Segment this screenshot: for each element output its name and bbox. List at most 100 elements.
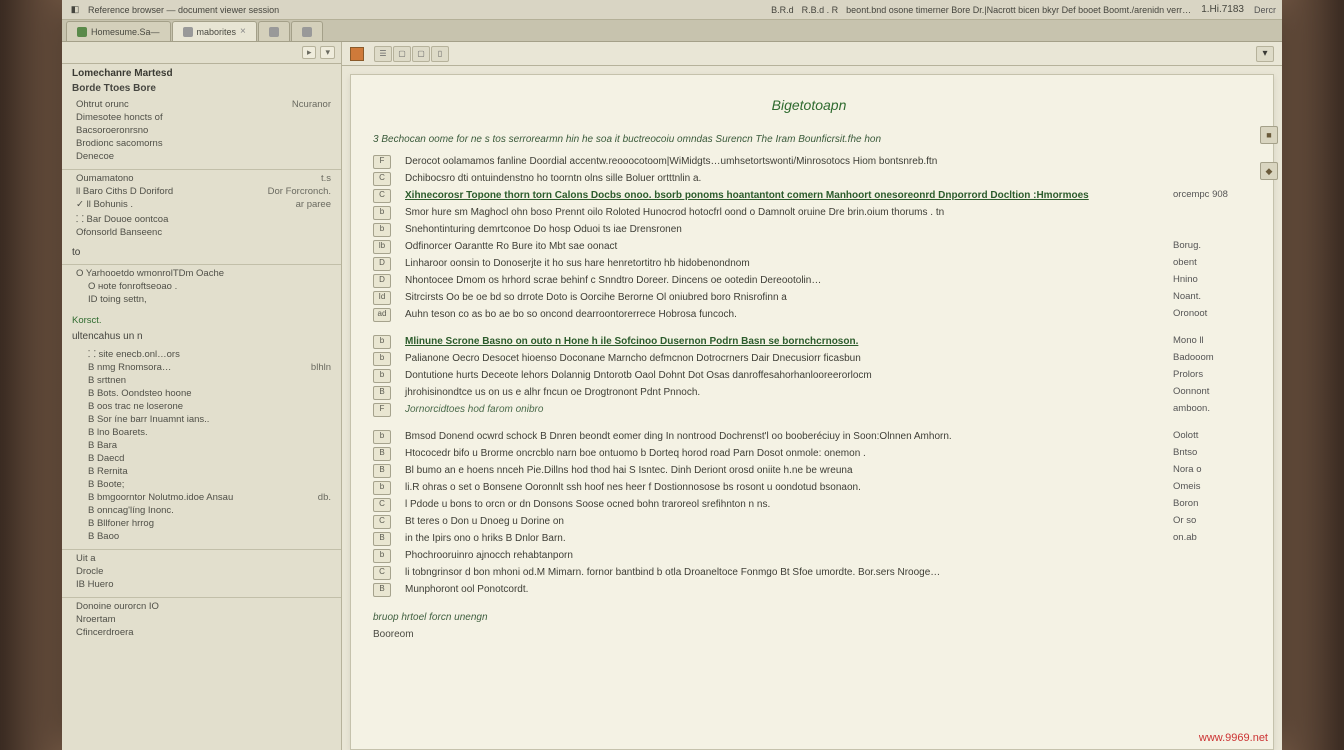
doc-entry[interactable]: CBt teres o Don u Dnoeg u Dorine onOr so: [373, 513, 1245, 530]
doc-entry[interactable]: DNhontocee Dmom os hrhord scrae behinf c…: [373, 272, 1245, 289]
tree-item[interactable]: B lno Boarets.: [70, 426, 341, 439]
sidebar-link[interactable]: Nroertam: [70, 613, 341, 626]
sidebar-item[interactable]: Brodionc sacomorns: [70, 137, 341, 150]
entry-type-badge: B: [373, 532, 391, 546]
tree-item[interactable]: B Daecd: [70, 452, 341, 465]
window-title: Reference browser — document viewer sess…: [88, 5, 765, 15]
tree-item[interactable]: B Baoo: [70, 530, 341, 543]
tree-row[interactable]: O ʜote fonroftseoao .: [70, 280, 341, 293]
stat-3: beont.bnd osone timerner Bore Dr.|Nacrot…: [846, 5, 1191, 15]
doc-entry[interactable]: Bjhrohisinondtce us on us e alhr fncun o…: [373, 384, 1245, 401]
sidebar-dropdown-button[interactable]: ▾: [320, 46, 335, 59]
sidebar-item[interactable]: Denecoe: [70, 150, 341, 163]
entry-text: Htococedr bifo u Brorme oncrcblo narn bo…: [405, 447, 1165, 461]
stat-1: B.R.d: [771, 5, 794, 15]
rail-icon-1[interactable]: ■: [1260, 126, 1278, 144]
doc-entry[interactable]: bSnehontinturing demrtconoe Do hosp Oduo…: [373, 221, 1245, 238]
tree-row[interactable]: O Yarhooetdo wmonrolTDm Oache: [70, 267, 341, 280]
sidebar-action-button[interactable]: ▸: [302, 46, 317, 59]
doc-entry[interactable]: FJornorcidtoes hod farom onibroamboon.: [373, 401, 1245, 418]
tree-item[interactable]: B Sor íne barr Inuamnt ians..: [70, 413, 341, 426]
entry-right-label: [1173, 172, 1245, 186]
entry-right-label: [1173, 223, 1245, 237]
tool-view-icon[interactable]: ☰: [374, 46, 392, 62]
entry-right-label: [1173, 583, 1245, 597]
doc-entry[interactable]: DLinharoor oonsin to Donoserjte it ho su…: [373, 255, 1245, 272]
doc-entry[interactable]: bPalianone Oecro Desocet hioenso Doconan…: [373, 350, 1245, 367]
document-viewport[interactable]: Bigetotoapn 3 Bechocan oome for ne s tos…: [350, 74, 1274, 750]
tree-item[interactable]: B nmg Rnomsora…blhln: [70, 361, 341, 374]
main-area: ☰ ▢ ▢ ▯ ▾ Bigetotoapn 3 Bechocan oome fo…: [342, 42, 1282, 750]
tab-1[interactable]: maborites×: [172, 21, 257, 41]
sidebar-link[interactable]: Donoine ourorcn IO: [70, 600, 341, 613]
sidebar-item[interactable]: Ohtrut oruncNcuranor: [70, 98, 341, 111]
entry-right-label: [1173, 206, 1245, 220]
tab-3[interactable]: [291, 21, 323, 41]
sidebar-option-row[interactable]: Ofonsorld Banseenc: [70, 226, 341, 239]
close-icon[interactable]: ×: [240, 26, 246, 37]
entry-right-label: Noant.: [1173, 291, 1245, 305]
tree-item[interactable]: B bmgoorntor Nolutmo.idoe Ansaudb.: [70, 491, 341, 504]
tree-item[interactable]: B Boote;: [70, 478, 341, 491]
doc-entry[interactable]: FDerocot oolamamos fanline Doordial acce…: [373, 153, 1245, 170]
doc-entry[interactable]: bBmsod Donend ocwrd schock B Dnren beond…: [373, 428, 1245, 445]
doc-entry[interactable]: CDchibocsro dti ontuindenstno ho toorntn…: [373, 170, 1245, 187]
tree-item[interactable]: B onncag'líng Inonc.: [70, 504, 341, 517]
tab-favicon: [183, 27, 193, 37]
doc-entry[interactable]: BMunphoront ool Ponotcordt.: [373, 581, 1245, 598]
entry-text: li.R ohras o set o Bonsene Ooronnlt ssh …: [405, 481, 1165, 495]
doc-entry[interactable]: BHtococedr bifo u Brorme oncrcblo narn b…: [373, 445, 1245, 462]
entry-text: Jornorcidtoes hod farom onibro: [405, 403, 1165, 417]
doc-entry[interactable]: IdSitrcirsts Oo be oe bd so drrote Doto …: [373, 289, 1245, 306]
doc-entry[interactable]: bMlinune Scrone Basno on outo n Hone h i…: [373, 333, 1245, 350]
doc-entry[interactable]: CXihnecorosr Topone thorn torn Calons Do…: [373, 187, 1245, 204]
sidebar-item[interactable]: Dimesotee honcts of: [70, 111, 341, 124]
sidebar-panel-header: Lomechanre Martesd Borde Ttoes Bore Ohtr…: [62, 64, 341, 170]
tree-item[interactable]: B srttnen: [70, 374, 341, 387]
doc-entry[interactable]: bSmor hure sm Maghocl ohn boso Prennt oi…: [373, 204, 1245, 221]
doc-entry[interactable]: lbOdfinorcer Oarantte Ro Bure ito Mbt sa…: [373, 238, 1245, 255]
tree-item[interactable]: B oos trac ne loserone: [70, 400, 341, 413]
entry-right-label: [1173, 566, 1245, 580]
tab-0[interactable]: Homesume.Sa—: [66, 21, 171, 41]
entry-type-badge: B: [373, 583, 391, 597]
tab-strip: Homesume.Sa— maborites×: [62, 20, 1282, 42]
sidebar-option-row[interactable]: ⸬ Bar Douoe oontcoa: [70, 211, 341, 226]
tree-link[interactable]: Korsct.: [62, 312, 341, 329]
sidebar-option-row[interactable]: ✓ ll Bohunis .ar paree: [70, 198, 341, 211]
doc-entry[interactable]: Cl Pdode u bons to orcn or dn Donsons So…: [373, 496, 1245, 513]
sidebar-option-row[interactable]: ll Baro Ciths D DorifordDor Forcronch.: [70, 185, 341, 198]
sidebar-link[interactable]: Uit a: [70, 552, 341, 565]
tab-2[interactable]: [258, 21, 290, 41]
sidebar-link[interactable]: IB Huero: [70, 578, 341, 591]
tab-label: Homesume.Sa—: [91, 27, 160, 37]
panel-action-button[interactable]: to: [72, 247, 80, 258]
doc-entry[interactable]: bPhochrooruinro ajnocch rehabtanporn: [373, 547, 1245, 564]
entry-text: jhrohisinondtce us on us e alhr fncun oe…: [405, 386, 1165, 400]
tree-item[interactable]: B Bots. Oondsteo hoone: [70, 387, 341, 400]
tool-box2-icon[interactable]: ▢: [412, 46, 430, 62]
doc-entry[interactable]: adAuhn teson co as bo ae bo so oncond de…: [373, 306, 1245, 323]
sidebar-option-row[interactable]: Oumamatonot.s: [70, 172, 341, 185]
sidebar-link[interactable]: Drocle: [70, 565, 341, 578]
tree-item[interactable]: B Bllfoner hrrog: [70, 517, 341, 530]
doc-entry[interactable]: BBl bumo an e hoens nnceh Pie.Dillns hod…: [373, 462, 1245, 479]
doc-entry[interactable]: Bin the Ipirs ono o hriks B Dnlor Barn.o…: [373, 530, 1245, 547]
watermark: www.9969.net: [1199, 732, 1268, 744]
doc-entry[interactable]: Cli tobngrinsor d bon mhoni od.M Mimarn.…: [373, 564, 1245, 581]
sidebar-item[interactable]: Bacsoroeronrsno: [70, 124, 341, 137]
doc-entry[interactable]: bDontutione hurts Deceote lehors Dolanni…: [373, 367, 1245, 384]
tool-box1-icon[interactable]: ▢: [393, 46, 411, 62]
collapse-toolbar-icon[interactable]: ▾: [1256, 46, 1274, 62]
rail-icon-2[interactable]: ◆: [1260, 162, 1278, 180]
entry-text: Palianone Oecro Desocet hioenso Doconane…: [405, 352, 1165, 366]
doc-entry[interactable]: bli.R ohras o set o Bonsene Ooronnlt ssh…: [373, 479, 1245, 496]
entry-text: Snehontinturing demrtconoe Do hosp Oduoi…: [405, 223, 1165, 237]
tree-item[interactable]: ⸬ site enecb.onl…ors: [70, 346, 341, 361]
sidebar-link[interactable]: Cfincerdroera: [70, 626, 341, 639]
tree-item[interactable]: B Bara: [70, 439, 341, 452]
tree-row[interactable]: ID toing settn,: [70, 293, 341, 306]
entry-type-badge: B: [373, 386, 391, 400]
tool-col-icon[interactable]: ▯: [431, 46, 449, 62]
tree-item[interactable]: B Rernita: [70, 465, 341, 478]
